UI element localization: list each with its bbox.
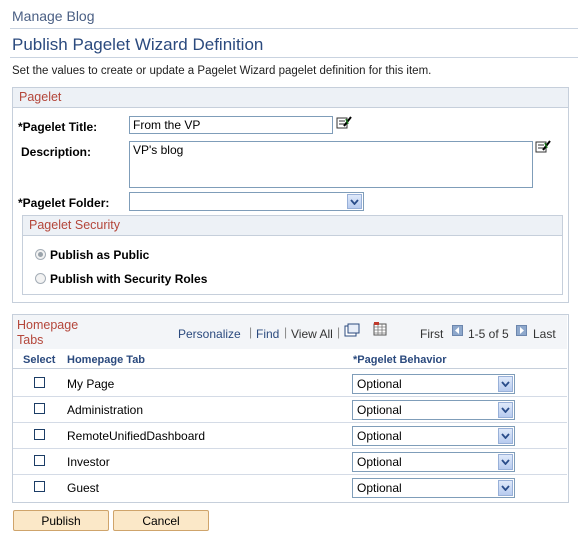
publish-public-radio[interactable] [35, 249, 46, 260]
chevron-down-icon[interactable] [498, 376, 513, 392]
pagelet-behavior-select[interactable]: Optional [352, 452, 515, 472]
homepage-tab-name: Investor [67, 455, 110, 469]
pagelet-title-label: *Pagelet Title: [18, 120, 98, 134]
homepage-tab-name: Guest [67, 481, 100, 495]
column-header-homepage-tab: Homepage Tab [67, 354, 146, 366]
homepage-tab-name: RemoteUnifiedDashboard [67, 429, 206, 443]
pagelet-behavior-select[interactable]: Optional [352, 478, 515, 498]
row-divider [13, 448, 567, 449]
header-divider [13, 368, 567, 369]
column-header-pagelet-behavior: *Pagelet Behavior [353, 354, 447, 366]
chevron-down-icon[interactable] [498, 402, 513, 418]
cancel-button[interactable]: Cancel [113, 510, 209, 531]
publish-roles-radio[interactable] [35, 273, 46, 284]
homepage-tab-name: Administration [67, 403, 144, 417]
title-divider [10, 57, 578, 58]
last-link: Last [533, 327, 556, 341]
chevron-down-icon[interactable] [498, 428, 513, 444]
pagelet-behavior-select[interactable]: Optional [352, 374, 515, 394]
breadcrumb-divider [10, 28, 578, 29]
pagelet-behavior-select[interactable]: Optional [352, 426, 515, 446]
pagelet-folder-label: *Pagelet Folder: [18, 196, 110, 210]
pagelet-title-input[interactable] [129, 116, 333, 134]
pagelet-folder-select[interactable] [129, 192, 364, 211]
toolbar-separator: | [284, 325, 288, 339]
pagelet-security-header: Pagelet Security [23, 216, 562, 236]
toolbar-separator: | [337, 325, 341, 339]
row-range: 1-5 of 5 [468, 327, 509, 341]
pagelet-behavior-value: Optional [357, 481, 402, 495]
pagelet-behavior-value: Optional [357, 403, 402, 417]
row-select-checkbox[interactable] [34, 429, 45, 440]
first-link: First [420, 327, 444, 341]
instructions-text: Set the values to create or update a Pag… [12, 65, 432, 77]
row-divider [13, 422, 567, 423]
publish-button[interactable]: Publish [13, 510, 109, 531]
pagelet-group-header: Pagelet [13, 88, 568, 108]
page-title: Publish Pagelet Wizard Definition [12, 35, 264, 54]
pagelet-behavior-value: Optional [357, 377, 402, 391]
pagelet-behavior-value: Optional [357, 455, 402, 469]
row-select-checkbox[interactable] [34, 403, 45, 414]
pagelet-behavior-value: Optional [357, 429, 402, 443]
spellcheck-icon[interactable] [534, 139, 552, 155]
description-textarea[interactable]: VP's blog [129, 141, 533, 188]
homepage-tabs-header: Homepage Tabs [17, 318, 79, 347]
publish-public-label: Publish as Public [50, 248, 150, 262]
row-select-checkbox[interactable] [34, 377, 45, 388]
next-arrow-icon[interactable] [516, 325, 527, 336]
previous-arrow-icon[interactable] [452, 325, 463, 336]
personalize-link[interactable]: Personalize [178, 327, 241, 341]
breadcrumb: Manage Blog [12, 8, 95, 24]
row-select-checkbox[interactable] [34, 455, 45, 466]
view-all-link[interactable]: View All [291, 327, 333, 341]
homepage-tab-name: My Page [67, 377, 115, 391]
pagelet-behavior-select[interactable]: Optional [352, 400, 515, 420]
radio-selected-dot [38, 252, 43, 257]
row-divider [13, 474, 567, 475]
toolbar-separator: | [249, 325, 253, 339]
spellcheck-icon[interactable] [335, 115, 353, 131]
column-header-select: Select [23, 354, 56, 366]
download-spreadsheet-icon[interactable] [372, 321, 388, 340]
find-link[interactable]: Find [256, 327, 279, 341]
publish-roles-label: Publish with Security Roles [50, 272, 208, 286]
chevron-down-icon[interactable] [347, 194, 362, 209]
chevron-down-icon[interactable] [498, 480, 513, 496]
row-select-checkbox[interactable] [34, 481, 45, 492]
row-divider [13, 396, 567, 397]
chevron-down-icon[interactable] [498, 454, 513, 470]
new-window-icon[interactable] [344, 323, 360, 340]
description-label: Description: [21, 145, 92, 159]
